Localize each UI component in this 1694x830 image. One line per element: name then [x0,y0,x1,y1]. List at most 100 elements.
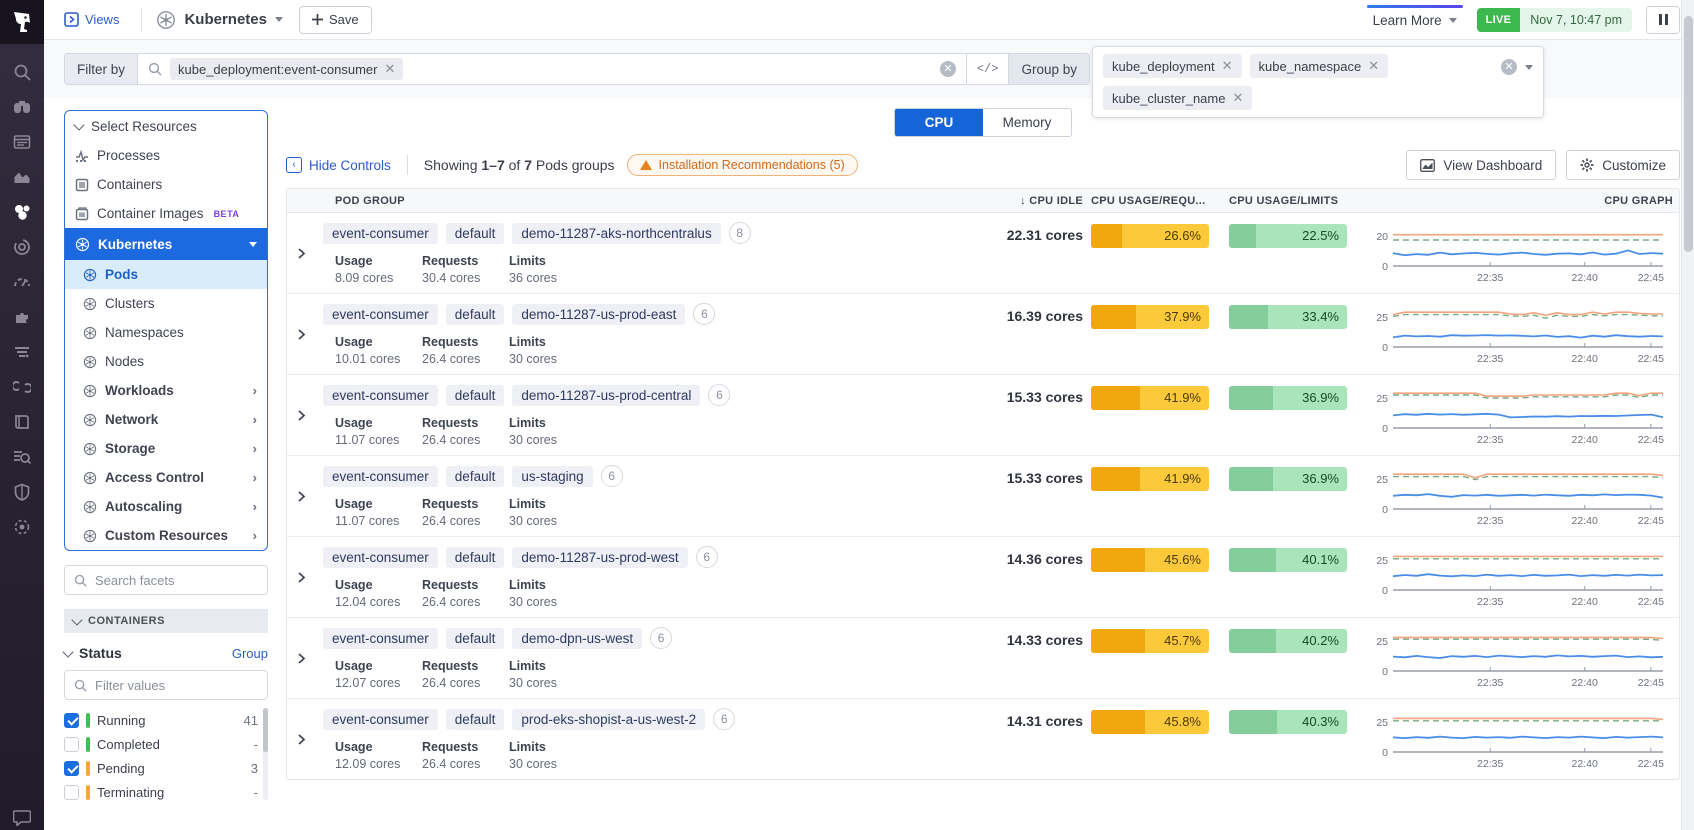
cluster-pill[interactable]: demo-11287-aks-northcentralus [512,223,720,244]
cpu-sparkline-chart[interactable]: 25022:3522:4022:45 [1367,303,1669,367]
expand-row-chevron-icon[interactable] [287,222,315,259]
support-chat-icon[interactable] [0,810,44,826]
hide-controls-button[interactable]: ‹ Hide Controls [286,157,391,173]
cpu-usage-limits-bar[interactable]: 40.1% [1229,548,1347,572]
cpu-usage-limits-bar[interactable]: 22.5% [1229,224,1347,248]
log-search-icon[interactable] [12,447,32,467]
checkbox[interactable] [64,785,79,800]
filter-query-tag[interactable]: kube_deployment:event-consumer ✕ [170,58,403,80]
sidebar-item-nodes[interactable]: Nodes [65,347,267,376]
cpu-sparkline-chart[interactable]: 25022:3522:4022:45 [1367,627,1669,691]
cpu-sparkline-chart[interactable]: 20022:3522:4022:45 [1367,222,1669,286]
cluster-pill[interactable]: demo-11287-us-prod-west [512,547,687,568]
cluster-pill[interactable]: prod-eks-shopist-a-us-west-2 [512,709,705,730]
cpu-usage-requests-bar[interactable]: 45.7% [1091,629,1209,653]
cpu-usage-limits-bar[interactable]: 36.9% [1229,467,1347,491]
status-option-running[interactable]: Running41 [64,708,268,732]
cpu-sparkline-chart[interactable]: 25022:3522:4022:45 [1367,708,1669,772]
col-pod-group[interactable]: POD GROUP [323,195,963,207]
sidebar-item-kubernetes[interactable]: Kubernetes [65,228,267,260]
expand-row-chevron-icon[interactable] [287,303,315,340]
apm-icon[interactable] [12,237,32,257]
chevron-down-icon[interactable] [62,646,73,657]
remove-pill-icon[interactable]: ✕ [1222,58,1233,74]
sidebar-item-namespaces[interactable]: Namespaces [65,318,267,347]
status-option-pending[interactable]: Pending3 [64,756,268,780]
search-icon[interactable] [12,62,32,82]
logs-icon[interactable] [12,342,32,362]
integrations-icon[interactable] [12,307,32,327]
installation-recommendations-pill[interactable]: Installation Recommendations (5) [627,154,858,176]
deployment-pill[interactable]: event-consumer [323,547,438,568]
clear-all-groups-icon[interactable]: ✕ [1501,59,1517,75]
datadog-logo[interactable] [0,0,44,44]
expand-row-chevron-icon[interactable] [287,708,315,745]
app-selector[interactable]: Kubernetes [156,10,283,30]
col-cpu-usage-requests[interactable]: CPU USAGE/REQU... [1091,195,1221,207]
deployment-pill[interactable]: event-consumer [323,709,438,730]
clear-search-icon[interactable]: ✕ [940,61,956,77]
cluster-pill[interactable]: demo-11287-us-prod-east [512,304,685,325]
containers-section-header[interactable]: CONTAINERS [64,609,268,633]
cpu-usage-limits-bar[interactable]: 40.3% [1229,710,1347,734]
sidebar-item-network[interactable]: Network› [65,405,267,434]
col-cpu-idle[interactable]: ↓ CPU IDLE [971,195,1083,207]
ci-icon[interactable] [12,377,32,397]
checkbox[interactable] [64,737,79,752]
cpu-usage-limits-bar[interactable]: 33.4% [1229,305,1347,329]
cpu-usage-limits-bar[interactable]: 36.9% [1229,386,1347,410]
remove-pill-icon[interactable]: ✕ [1368,58,1379,74]
sidebar-item-autoscaling[interactable]: Autoscaling› [65,492,267,521]
sidebar-item-containers[interactable]: Containers [65,170,267,199]
security-icon[interactable] [12,482,32,502]
deployment-pill[interactable]: event-consumer [323,385,438,406]
cluster-pill[interactable]: us-staging [512,466,592,487]
remove-tag-icon[interactable]: ✕ [384,61,395,77]
pause-button[interactable] [1646,6,1680,34]
namespace-pill[interactable]: default [446,304,505,325]
cpu-usage-requests-bar[interactable]: 41.9% [1091,467,1209,491]
tab-cpu[interactable]: CPU [895,109,983,136]
remove-pill-icon[interactable]: ✕ [1232,90,1243,106]
cpu-usage-requests-bar[interactable]: 45.8% [1091,710,1209,734]
select-resources-header[interactable]: Select Resources [65,111,267,141]
cluster-pill[interactable]: demo-11287-us-prod-central [512,385,700,406]
sidebar-item-processes[interactable]: Processes [65,141,267,170]
sidebar-item-access-control[interactable]: Access Control› [65,463,267,492]
namespace-pill[interactable]: default [446,466,505,487]
facet-scrollbar[interactable] [263,708,268,800]
namespace-pill[interactable]: default [446,547,505,568]
search-facets-input[interactable]: Search facets [64,565,268,595]
cpu-usage-requests-bar[interactable]: 37.9% [1091,305,1209,329]
notebooks-icon[interactable] [12,412,32,432]
status-option-terminating[interactable]: Terminating- [64,780,268,804]
expand-row-chevron-icon[interactable] [287,465,315,502]
namespace-pill[interactable]: default [446,628,505,649]
sidebar-item-clusters[interactable]: Clusters [65,289,267,318]
dashboards-icon[interactable] [12,272,32,292]
namespace-pill[interactable]: default [446,709,505,730]
namespace-pill[interactable]: default [446,223,505,244]
status-option-completed[interactable]: Completed- [64,732,268,756]
group-by-pill-kube_namespace[interactable]: kube_namespace✕ [1250,54,1389,78]
checkbox[interactable] [64,713,79,728]
customize-button[interactable]: Customize [1566,150,1680,180]
checkbox[interactable] [64,761,79,776]
code-mode-toggle[interactable]: </> [966,54,1009,84]
deployment-pill[interactable]: event-consumer [323,304,438,325]
cpu-sparkline-chart[interactable]: 25022:3522:4022:45 [1367,546,1669,610]
events-icon[interactable] [12,132,32,152]
learn-more-dropdown[interactable]: Learn More [1367,5,1463,34]
sidebar-item-storage[interactable]: Storage› [65,434,267,463]
tab-memory[interactable]: Memory [983,109,1071,136]
page-scrollbar[interactable] [1681,0,1694,830]
deployment-pill[interactable]: event-consumer [323,223,438,244]
sidebar-item-container-images[interactable]: Container ImagesBETA [65,199,267,228]
sidebar-item-pods[interactable]: Pods [65,260,267,289]
cpu-usage-limits-bar[interactable]: 40.2% [1229,629,1347,653]
view-dashboard-button[interactable]: View Dashboard [1406,150,1556,180]
expand-row-chevron-icon[interactable] [287,546,315,583]
filter-values-input[interactable]: Filter values [64,670,268,700]
filter-search-input[interactable]: kube_deployment:event-consumer ✕ ✕ [138,54,966,84]
cluster-pill[interactable]: demo-dpn-us-west [512,628,642,649]
